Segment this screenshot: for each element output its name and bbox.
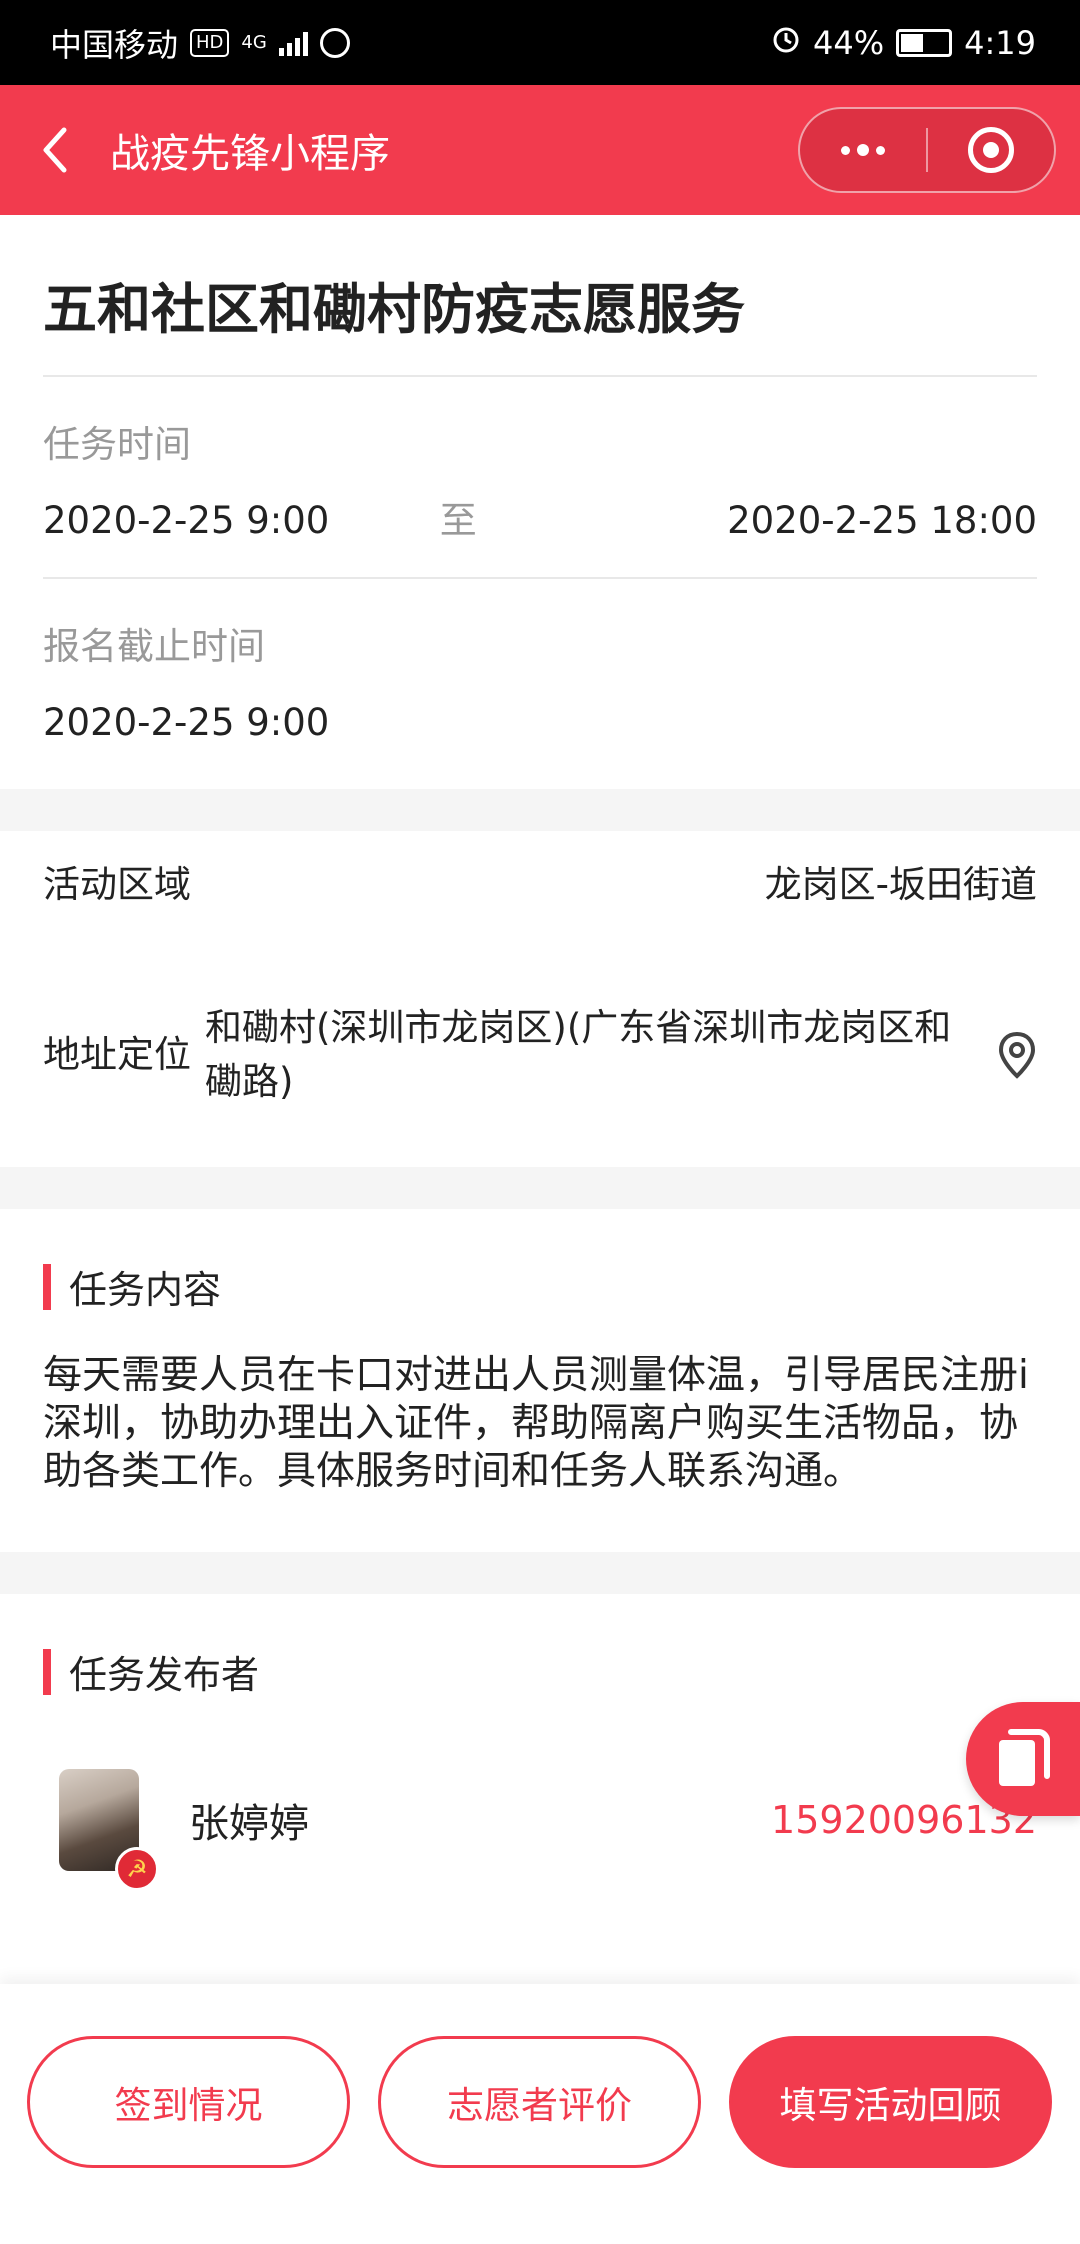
address-label: 地址定位 xyxy=(43,1033,191,1076)
clock: 4:19 xyxy=(964,23,1036,62)
area-value: 龙岗区-坂田街道 xyxy=(764,863,1037,906)
network-type: 4G xyxy=(241,32,267,53)
area-row: 活动区域 龙岗区-坂田街道 xyxy=(0,831,1080,971)
task-content-heading: 任务内容 xyxy=(0,1209,1080,1334)
alarm-icon xyxy=(771,24,801,62)
app-notification-icon xyxy=(319,27,350,58)
hd-badge: HD xyxy=(190,28,230,57)
section-gap xyxy=(0,1167,1080,1209)
section-gap xyxy=(0,789,1080,831)
task-title: 五和社区和磡村防疫志愿服务 xyxy=(43,215,1037,377)
task-time-row: 2020-2-25 9:00 至 2020-2-25 18:00 xyxy=(43,471,1037,577)
footer-action-bar: 签到情况 志愿者评价 填写活动回顾 xyxy=(0,1984,1080,2244)
task-time-separator: 至 xyxy=(439,499,477,542)
task-time-label: 任务时间 xyxy=(43,423,191,466)
heading-accent-bar xyxy=(43,1648,51,1695)
address-value: 和磡村(深圳市龙岗区)(广东省深圳市龙岗区和磡路) xyxy=(205,1006,952,1103)
fill-activity-review-button[interactable]: 填写活动回顾 xyxy=(729,2036,1052,2168)
location-pin-icon xyxy=(998,1031,1036,1079)
deadline-block: 报名截止时间 2020-2-25 9:00 xyxy=(0,579,1080,789)
avatar[interactable]: ☭ xyxy=(59,1769,159,1891)
task-end-time: 2020-2-25 18:00 xyxy=(727,499,1037,542)
copy-icon xyxy=(999,1729,1050,1786)
more-icon xyxy=(841,144,885,156)
deadline-row: 2020-2-25 9:00 xyxy=(43,673,1037,789)
publisher-heading: 任务发布者 xyxy=(0,1594,1080,1719)
back-icon xyxy=(43,127,67,173)
close-miniprogram-button[interactable] xyxy=(928,107,1054,193)
main-content: 五和社区和磡村防疫志愿服务 任务时间 2020-2-25 9:00 至 2020… xyxy=(0,215,1080,1891)
task-start-time: 2020-2-25 9:00 xyxy=(43,499,330,542)
deadline-value: 2020-2-25 9:00 xyxy=(43,701,330,744)
carrier-name: 中国移动 xyxy=(50,25,179,64)
status-bar-left: 中国移动 HD 4G xyxy=(50,20,350,66)
checkin-status-button[interactable]: 签到情况 xyxy=(27,2036,350,2168)
copy-floating-button[interactable] xyxy=(966,1702,1080,1816)
task-content-title: 任务内容 xyxy=(69,1268,222,1312)
task-time-block: 任务时间 2020-2-25 9:00 至 2020-2-25 18:00 xyxy=(0,377,1080,577)
battery-icon xyxy=(896,28,953,57)
miniprogram-capsule xyxy=(798,107,1056,193)
publisher-title: 任务发布者 xyxy=(69,1653,260,1697)
area-label: 活动区域 xyxy=(43,863,191,906)
close-miniprogram-icon xyxy=(967,127,1014,173)
publisher-name: 张婷婷 xyxy=(189,1801,309,1847)
address-row[interactable]: 地址定位 和磡村(深圳市龙岗区)(广东省深圳市龙岗区和磡路) xyxy=(0,971,1080,1167)
section-gap xyxy=(0,1552,1080,1594)
battery-percent: 44% xyxy=(813,23,885,62)
footer-buttons: 签到情况 志愿者评价 填写活动回顾 xyxy=(27,2036,1052,2168)
signal-icon xyxy=(278,30,308,56)
back-button[interactable] xyxy=(0,85,110,215)
status-bar-right: 44% 4:19 xyxy=(771,24,1036,62)
volunteer-review-button[interactable]: 志愿者评价 xyxy=(378,2036,701,2168)
page-title: 战疫先锋小程序 xyxy=(110,131,390,177)
navigation-bar: 战疫先锋小程序 xyxy=(0,85,1080,215)
deadline-label: 报名截止时间 xyxy=(43,625,265,668)
heading-accent-bar xyxy=(43,1263,51,1310)
publisher-row: ☭ 张婷婷 15920096132 xyxy=(0,1719,1080,1891)
status-bar: 中国移动 HD 4G 44% 4:19 xyxy=(0,0,1080,85)
location-pin-button[interactable] xyxy=(977,1031,1037,1079)
task-content-text: 每天需要人员在卡口对进出人员测量体温，引导居民注册i深圳，协助办理出入证件，帮助… xyxy=(43,1353,1029,1494)
party-badge-icon: ☭ xyxy=(115,1847,159,1891)
more-button[interactable] xyxy=(800,107,926,193)
